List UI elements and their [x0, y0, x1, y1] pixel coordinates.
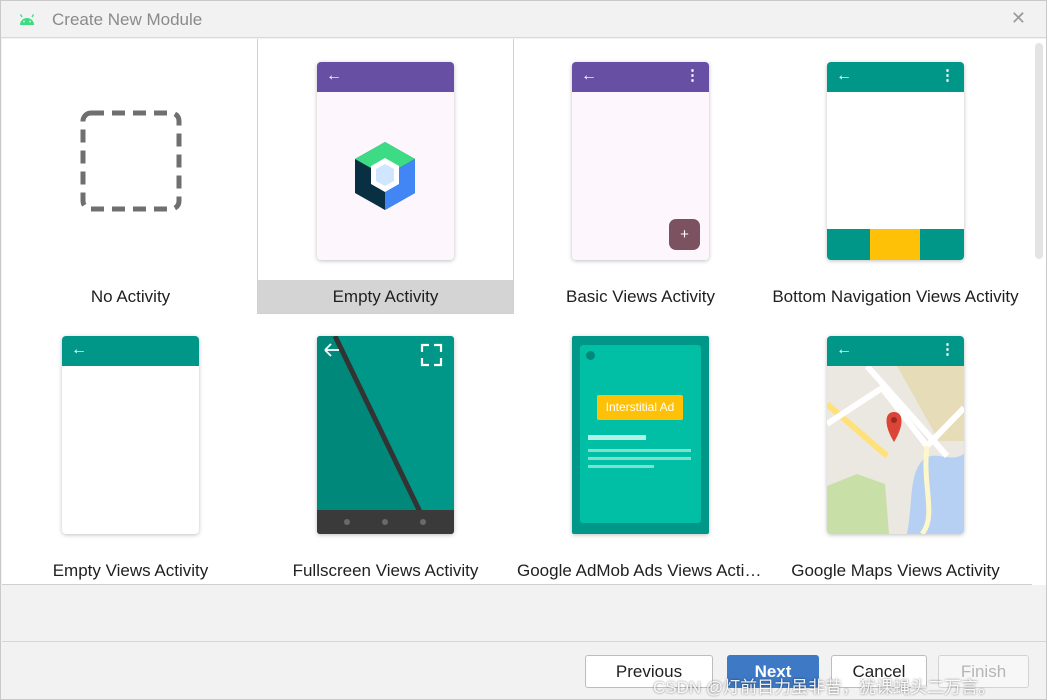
android-icon — [19, 14, 35, 25]
template-label: Empty Views Activity — [52, 561, 209, 580]
jetpack-compose-logo-icon — [355, 142, 415, 210]
template-bottom-navigation-views-activity[interactable]: ← ⋮ Bottom Navigation Views Activity — [768, 39, 1023, 313]
window-title: Create New Module — [52, 10, 203, 29]
overflow-menu-icon: ⋮ — [940, 341, 955, 358]
scrollbar-thumb[interactable] — [1035, 43, 1043, 259]
gallery-scrollbar[interactable] — [1032, 39, 1046, 585]
phone-preview — [317, 336, 454, 534]
phone-preview: ← ⋮ + — [572, 62, 709, 260]
app-bar: ← ⋮ — [827, 336, 964, 366]
template-label: Google Maps Views Activity — [791, 561, 1000, 580]
create-module-dialog: Create New Module ✕ No Activity ← Empty … — [0, 0, 1047, 700]
overflow-menu-icon: ⋮ — [940, 67, 955, 84]
phone-preview: ← ⋮ — [827, 336, 964, 534]
camera-dot-icon — [586, 351, 595, 360]
app-bar: ← ⋮ — [827, 62, 964, 92]
template-google-admob-ads-views-activity[interactable]: Interstitial Ad Google AdMob Ads Views A… — [513, 313, 768, 584]
template-label: Bottom Navigation Views Activity — [772, 287, 1019, 306]
template-label: No Activity — [90, 287, 171, 306]
back-arrow-icon: ← — [71, 341, 87, 358]
template-label: Fullscreen Views Activity — [292, 561, 479, 580]
bottom-navigation-bar — [827, 229, 964, 260]
template-empty-activity[interactable]: ← Empty Activity — [257, 39, 514, 314]
interstitial-ad-badge: Interstitial Ad — [597, 395, 683, 420]
template-google-maps-views-activity[interactable]: ← ⋮ Google Maps Views Activity — [768, 313, 1023, 584]
title-bar: Create New Module ✕ — [1, 1, 1046, 38]
template-label: Basic Views Activity — [566, 287, 715, 306]
phone-preview: ← — [317, 62, 454, 260]
back-arrow-icon: ← — [581, 67, 597, 84]
map-illustration — [827, 366, 964, 534]
ad-card: Interstitial Ad — [580, 345, 701, 523]
template-label: Google AdMob Ads Views Activ... — [517, 561, 766, 580]
phone-preview: Interstitial Ad — [572, 336, 709, 534]
template-empty-views-activity[interactable]: ← Empty Views Activity — [3, 313, 258, 584]
phone-preview: ← ⋮ — [827, 62, 964, 260]
fullscreen-illustration — [317, 336, 454, 534]
template-no-activity[interactable]: No Activity — [3, 39, 258, 313]
app-bar: ← — [62, 336, 199, 366]
template-gallery: No Activity ← Empty Activity ← ⋮ + Basic… — [2, 39, 1032, 585]
template-basic-views-activity[interactable]: ← ⋮ + Basic Views Activity — [513, 39, 768, 313]
app-bar: ← ⋮ — [572, 62, 709, 92]
template-label: Empty Activity — [258, 280, 513, 313]
phone-preview: ← — [62, 336, 199, 534]
back-arrow-icon: ← — [836, 341, 852, 358]
back-arrow-icon: ← — [836, 67, 852, 84]
close-icon[interactable]: ✕ — [1011, 9, 1026, 27]
dashed-square-icon — [80, 110, 182, 212]
overflow-menu-icon: ⋮ — [685, 67, 700, 84]
back-arrow-icon: ← — [326, 67, 342, 84]
template-fullscreen-views-activity[interactable]: Fullscreen Views Activity — [258, 313, 513, 584]
fab-add-icon: + — [669, 219, 700, 250]
app-bar: ← — [317, 62, 454, 92]
watermark-text: CSDN @灯前目力虽非昔，犹课蝇头二万言。 — [653, 678, 996, 697]
footer-divider — [2, 641, 1046, 642]
